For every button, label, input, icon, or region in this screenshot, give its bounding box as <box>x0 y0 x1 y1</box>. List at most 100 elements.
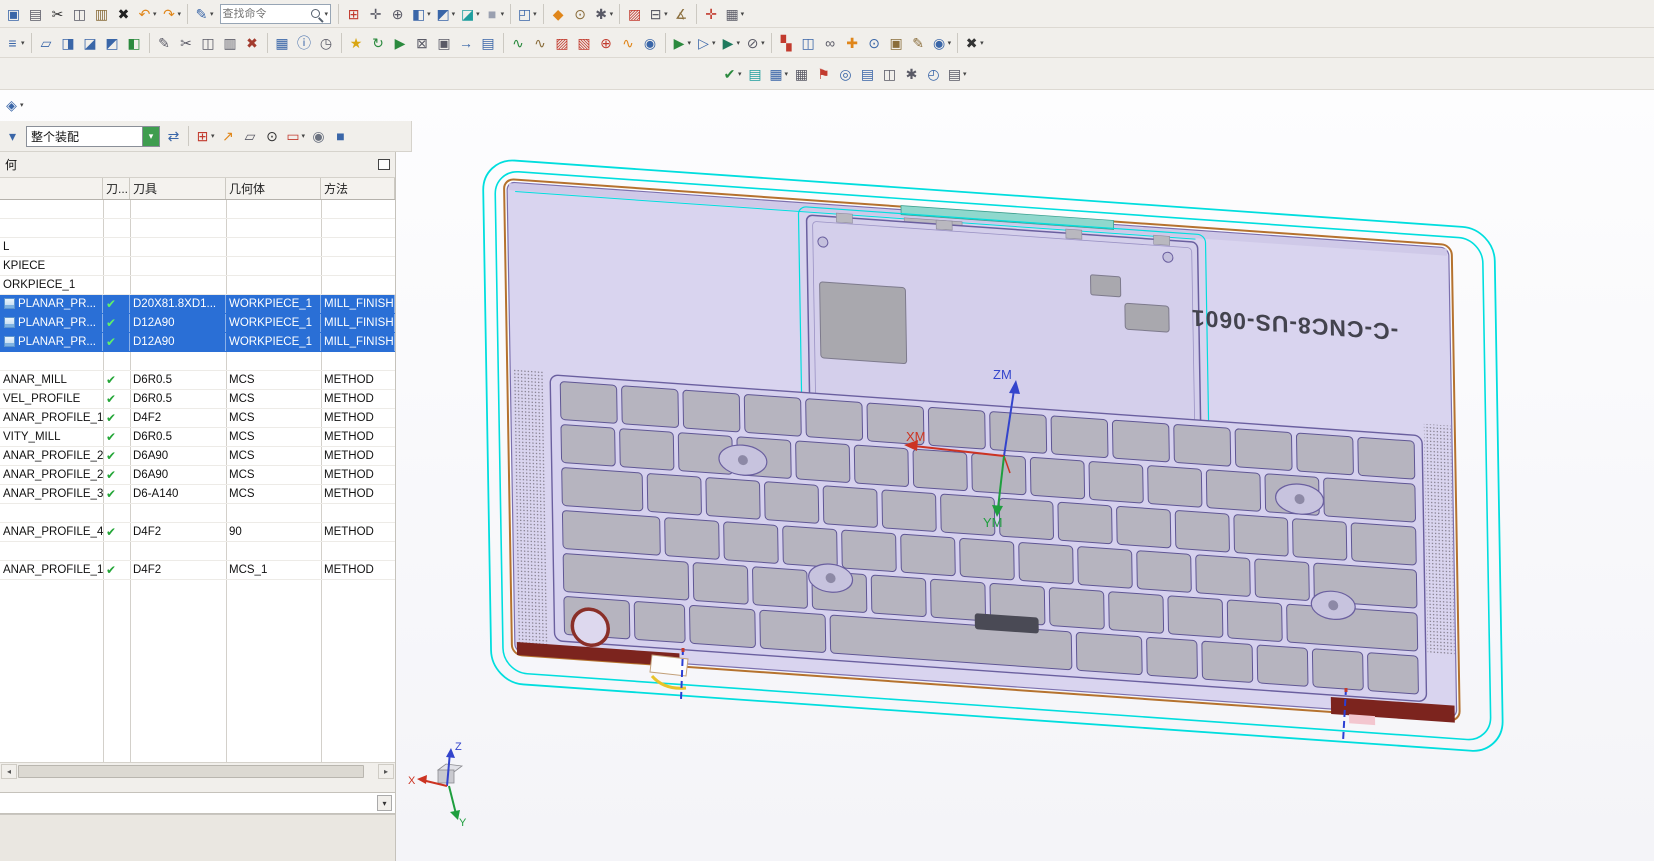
column-header-name[interactable] <box>0 178 103 199</box>
find-command-input[interactable] <box>222 7 309 20</box>
paste-object-icon[interactable]: ▥ <box>220 31 241 55</box>
scroll-left-icon[interactable]: ◂ <box>1 763 17 779</box>
trimetric-view-icon[interactable]: ◪ ▾ <box>458 2 482 26</box>
isometric-view-icon[interactable]: ◩ ▾ <box>434 2 458 26</box>
dropdown-arrow-icon[interactable]: ▾ <box>737 39 741 47</box>
edit-display-icon[interactable]: ▤ <box>745 62 766 86</box>
dropdown-arrow-icon[interactable]: ▾ <box>427 10 431 18</box>
create-operation-icon[interactable]: ◧ <box>124 31 145 55</box>
navigator-row-anar-profile-4[interactable]: ANAR_PROFILE_4 ✔ D4F2 90 METHOD <box>0 523 395 542</box>
column-header-geometry[interactable]: 几何体 <box>226 178 321 199</box>
snap-point-icon[interactable]: ⊙ <box>570 2 591 26</box>
stamp-icon[interactable]: ▣ <box>886 31 907 55</box>
find-in-navigator-icon[interactable]: ◎ <box>835 62 856 86</box>
dropdown-arrow-icon[interactable]: ▾ <box>20 101 24 109</box>
flag-icon[interactable]: ⚑ <box>813 62 834 86</box>
navigator-row-vel-profile[interactable]: VEL_PROFILE ✔ D6R0.5 MCS METHOD <box>0 390 395 409</box>
create-geometry-icon[interactable]: ◪ <box>80 31 101 55</box>
dropdown-arrow-icon[interactable]: ▾ <box>325 10 329 18</box>
options-icon[interactable]: ▤ ▾ <box>945 62 969 86</box>
cut-icon[interactable]: ✂ <box>47 2 68 26</box>
navigator-row[interactable] <box>0 352 395 371</box>
dropdown-arrow-icon[interactable]: ▾ <box>178 10 182 18</box>
gouge-check-icon[interactable]: ⊠ <box>412 31 433 55</box>
paste-icon[interactable]: ▥ <box>91 2 112 26</box>
menu-icon[interactable]: ≡ ▾ <box>3 31 27 55</box>
add-to-list-icon[interactable]: ✚ <box>842 31 863 55</box>
simulate-play-icon[interactable]: ▶ ▾ <box>719 31 743 55</box>
wcs-display-icon[interactable]: ✛ <box>701 2 722 26</box>
dropdown-arrow-icon[interactable]: ▾ <box>610 10 614 18</box>
worksheet-icon[interactable]: ▦ <box>791 62 812 86</box>
compare-icon[interactable]: ∞ <box>820 31 841 55</box>
move-rotate-icon[interactable]: ◆ <box>548 2 569 26</box>
general-filter-icon[interactable]: ◉ <box>308 124 329 148</box>
column-header-toolpath[interactable]: 刀... <box>103 178 130 199</box>
dropdown-arrow-icon[interactable]: ▾ <box>21 39 25 47</box>
dropdown-arrow-icon[interactable]: ▾ <box>211 132 215 140</box>
selection-bar-options-icon[interactable]: ▾ <box>2 124 23 148</box>
assembly-constraints-icon[interactable]: ✱ ▾ <box>592 2 616 26</box>
point-constructor-icon[interactable]: ⊞ ▾ <box>193 124 217 148</box>
copy-object-icon[interactable]: ◫ <box>198 31 219 55</box>
show-toolpath-icon[interactable]: ▦ <box>272 31 293 55</box>
shaded-display-icon[interactable]: ■ ▾ <box>483 2 507 26</box>
rectangle-select-icon[interactable]: ▭ ▾ <box>284 124 308 148</box>
tool-list-icon[interactable]: ◫ <box>798 31 819 55</box>
navigator-row-vity-mill[interactable]: VITY_MILL ✔ D6R0.5 MCS METHOD <box>0 428 395 447</box>
print-icon[interactable]: ▤ <box>25 2 46 26</box>
edit-section-icon[interactable]: ▨ <box>624 2 645 26</box>
dropdown-arrow-icon[interactable]: ▾ <box>302 132 306 140</box>
feeds-speeds-icon[interactable]: ◉ <box>640 31 661 55</box>
dropdown-arrow-icon[interactable]: ▾ <box>533 10 537 18</box>
scroll-right-icon[interactable]: ▸ <box>378 763 394 779</box>
dropdown-arrow-icon[interactable]: ▾ <box>210 10 214 18</box>
dropdown-arrow-icon[interactable]: ▾ <box>664 10 668 18</box>
navigator-row-anar-profile-2-[interactable]: ANAR_PROFILE_2... ✔ D6A90 MCS METHOD <box>0 466 395 485</box>
play-forward-icon[interactable]: ▶ ▾ <box>670 31 694 55</box>
spline-curve-icon[interactable]: ∿ <box>618 31 639 55</box>
dropdown-arrow-icon[interactable]: ▾ <box>476 10 480 18</box>
create-method-icon[interactable]: ◩ <box>102 31 123 55</box>
front-view-icon[interactable]: ◧ ▾ <box>409 2 433 26</box>
create-tool-icon[interactable]: ◨ <box>58 31 79 55</box>
dropdown-arrow-icon[interactable]: ▾ <box>741 10 745 18</box>
body-filter-icon[interactable]: ■ <box>330 124 351 148</box>
cut-object-icon[interactable]: ✂ <box>176 31 197 55</box>
navigator-row-kpiece[interactable]: KPIECE <box>0 257 395 276</box>
navigator-row-anar-profile-1-[interactable]: ANAR_PROFILE_1... ✔ D4F2 MCS_1 METHOD <box>0 561 395 580</box>
postprocess-icon[interactable]: → <box>456 31 477 55</box>
navigator-row-anar-profile-1[interactable]: ANAR_PROFILE_1 ✔ D4F2 MCS METHOD <box>0 409 395 428</box>
reset-filter-icon[interactable]: ⇄ <box>163 124 184 148</box>
toolpath-report-icon[interactable]: ▚ <box>776 31 797 55</box>
section-curves-icon[interactable]: ▨ <box>552 31 573 55</box>
dependencies-panel[interactable]: ▾ <box>0 792 395 814</box>
zoom-icon[interactable]: ⊕ <box>387 2 408 26</box>
edit-note-icon[interactable]: ✎ <box>908 31 929 55</box>
expand-down-icon[interactable]: ▾ <box>377 795 392 811</box>
generate-toolpath-icon[interactable]: ★ <box>346 31 367 55</box>
plane-constructor-icon[interactable]: ▱ <box>240 124 261 148</box>
navigator-row-anar-profile-2[interactable]: ANAR_PROFILE_2 ✔ D6A90 MCS METHOD <box>0 447 395 466</box>
ball-tool-icon[interactable]: ◉ ▾ <box>930 31 954 55</box>
find-object-icon[interactable]: ⊙ <box>864 31 885 55</box>
selection-scope-combo[interactable]: 整个装配 ▾ <box>26 125 160 147</box>
navigator-row-planar-pr-[interactable]: PLANAR_PR... ✔ D12A90 WORKPIECE_1 MILL_FINIS… <box>0 333 395 352</box>
datum-plane-icon[interactable]: ⊟ ▾ <box>646 2 670 26</box>
combo-dropdown-icon[interactable]: ▾ <box>142 126 159 146</box>
copy-icon[interactable]: ◫ <box>69 2 90 26</box>
navigator-row[interactable] <box>0 504 395 523</box>
panel-splitter[interactable] <box>0 779 395 792</box>
navigator-row-anar-profile-3[interactable]: ANAR_PROFILE_3 ✔ D6-A140 MCS METHOD <box>0 485 395 504</box>
save-icon[interactable]: ▣ <box>3 2 24 26</box>
find-command-box[interactable]: ▾ <box>219 3 332 24</box>
section-view-icon[interactable]: ▧ <box>574 31 595 55</box>
snap-center-icon[interactable]: ⊙ <box>262 124 283 148</box>
measure-icon[interactable]: ∡ <box>671 2 692 26</box>
edit-object-icon[interactable]: ✎ <box>154 31 175 55</box>
dropdown-arrow-icon[interactable]: ▾ <box>712 39 716 47</box>
create-program-icon[interactable]: ▱ <box>36 31 57 55</box>
column-header-method[interactable]: 方法 <box>321 178 395 199</box>
navigator-row[interactable] <box>0 219 395 238</box>
operation-list-icon[interactable]: ▦ ▾ <box>767 62 791 86</box>
